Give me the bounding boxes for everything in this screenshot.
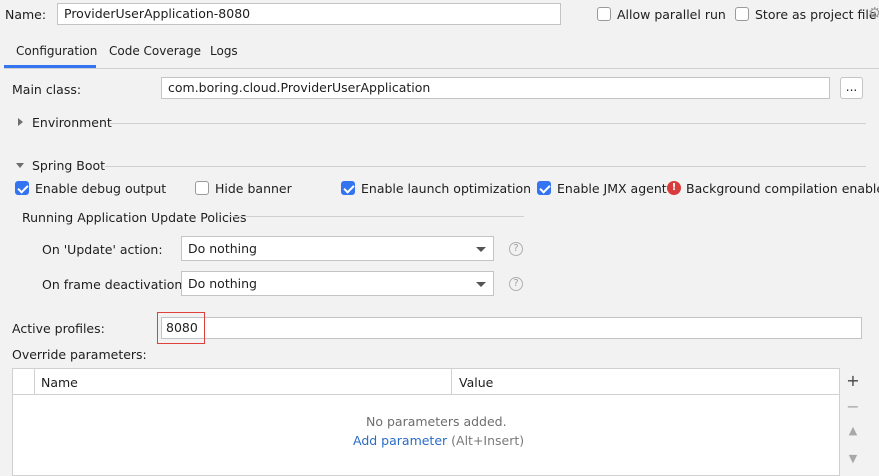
hide-banner-label[interactable]: Hide banner xyxy=(215,181,292,196)
environment-label[interactable]: Environment xyxy=(32,115,112,130)
policies-title: Running Application Update Policies xyxy=(22,210,247,225)
allow-parallel-checkbox[interactable] xyxy=(597,7,611,21)
override-parameters-label: Override parameters: xyxy=(12,347,147,362)
frame-deactivation-select[interactable]: Do nothing xyxy=(181,271,494,296)
spring-boot-divider xyxy=(105,166,866,167)
store-project-label[interactable]: Store as project file xyxy=(755,7,877,22)
name-field[interactable]: ProviderUserApplication-8080 xyxy=(57,3,561,25)
update-action-select[interactable]: Do nothing xyxy=(181,236,494,261)
frame-deactivation-value: Do nothing xyxy=(188,276,257,291)
column-name[interactable]: Name xyxy=(41,375,78,390)
update-action-label: On 'Update' action: xyxy=(42,242,163,257)
environment-divider xyxy=(110,123,866,124)
spring-boot-collapse-icon[interactable] xyxy=(16,163,24,168)
add-parameter-shortcut: (Alt+Insert) xyxy=(451,433,525,448)
frame-deactivation-label: On frame deactivation: xyxy=(42,277,187,292)
main-class-field[interactable]: com.boring.cloud.ProviderUserApplication xyxy=(161,77,830,99)
enable-debug-checkbox[interactable] xyxy=(15,181,29,195)
tab-logs[interactable]: Logs xyxy=(210,42,238,68)
launch-optimization-checkbox[interactable] xyxy=(341,181,355,195)
chevron-down-icon xyxy=(476,282,486,287)
add-parameter-row: Add parameter (Alt+Insert) xyxy=(353,433,524,448)
enable-debug-label[interactable]: Enable debug output xyxy=(35,181,166,196)
active-profiles-label: Active profiles: xyxy=(12,321,105,336)
column-value[interactable]: Value xyxy=(459,375,493,390)
help-icon[interactable]: ? xyxy=(509,277,523,291)
move-up-icon[interactable]: ▲ xyxy=(846,424,860,437)
active-profiles-field[interactable] xyxy=(161,317,862,339)
active-profiles-highlight: 8080 xyxy=(157,312,205,344)
name-label: Name: xyxy=(5,7,47,22)
background-compilation-text: Background compilation enabled xyxy=(686,181,879,196)
remove-icon[interactable]: − xyxy=(846,397,860,416)
active-profiles-value: 8080 xyxy=(166,320,198,335)
move-down-icon[interactable]: ▼ xyxy=(846,452,860,465)
add-parameter-link[interactable]: Add parameter xyxy=(353,433,447,448)
update-action-value: Do nothing xyxy=(188,241,257,256)
add-icon[interactable]: + xyxy=(846,371,860,390)
chevron-down-icon xyxy=(476,247,486,252)
header-divider xyxy=(34,369,35,395)
table-header xyxy=(13,369,839,395)
gear-icon[interactable]: ⚙ xyxy=(868,4,879,22)
empty-state-text: No parameters added. xyxy=(366,414,507,429)
tab-configuration[interactable]: Configuration xyxy=(4,42,97,68)
warning-icon: ! xyxy=(667,181,681,195)
main-class-label: Main class: xyxy=(12,82,82,97)
tab-code-coverage[interactable]: Code Coverage xyxy=(109,42,201,68)
allow-parallel-label[interactable]: Allow parallel run xyxy=(617,7,726,22)
jmx-agent-label[interactable]: Enable JMX agent xyxy=(557,181,667,196)
store-project-checkbox[interactable] xyxy=(735,7,749,21)
spring-boot-label[interactable]: Spring Boot xyxy=(32,158,105,173)
header-divider xyxy=(451,369,452,395)
browse-main-class-button[interactable]: ... xyxy=(840,77,863,99)
policies-line xyxy=(228,216,524,217)
help-icon[interactable]: ? xyxy=(509,242,523,256)
jmx-agent-checkbox[interactable] xyxy=(537,181,551,195)
hide-banner-checkbox[interactable] xyxy=(195,181,209,195)
launch-optimization-label[interactable]: Enable launch optimization xyxy=(361,181,531,196)
environment-expand-icon[interactable] xyxy=(18,118,23,126)
override-parameters-table[interactable]: Name Value No parameters added. Add para… xyxy=(12,368,840,476)
tabs-divider xyxy=(4,68,879,69)
